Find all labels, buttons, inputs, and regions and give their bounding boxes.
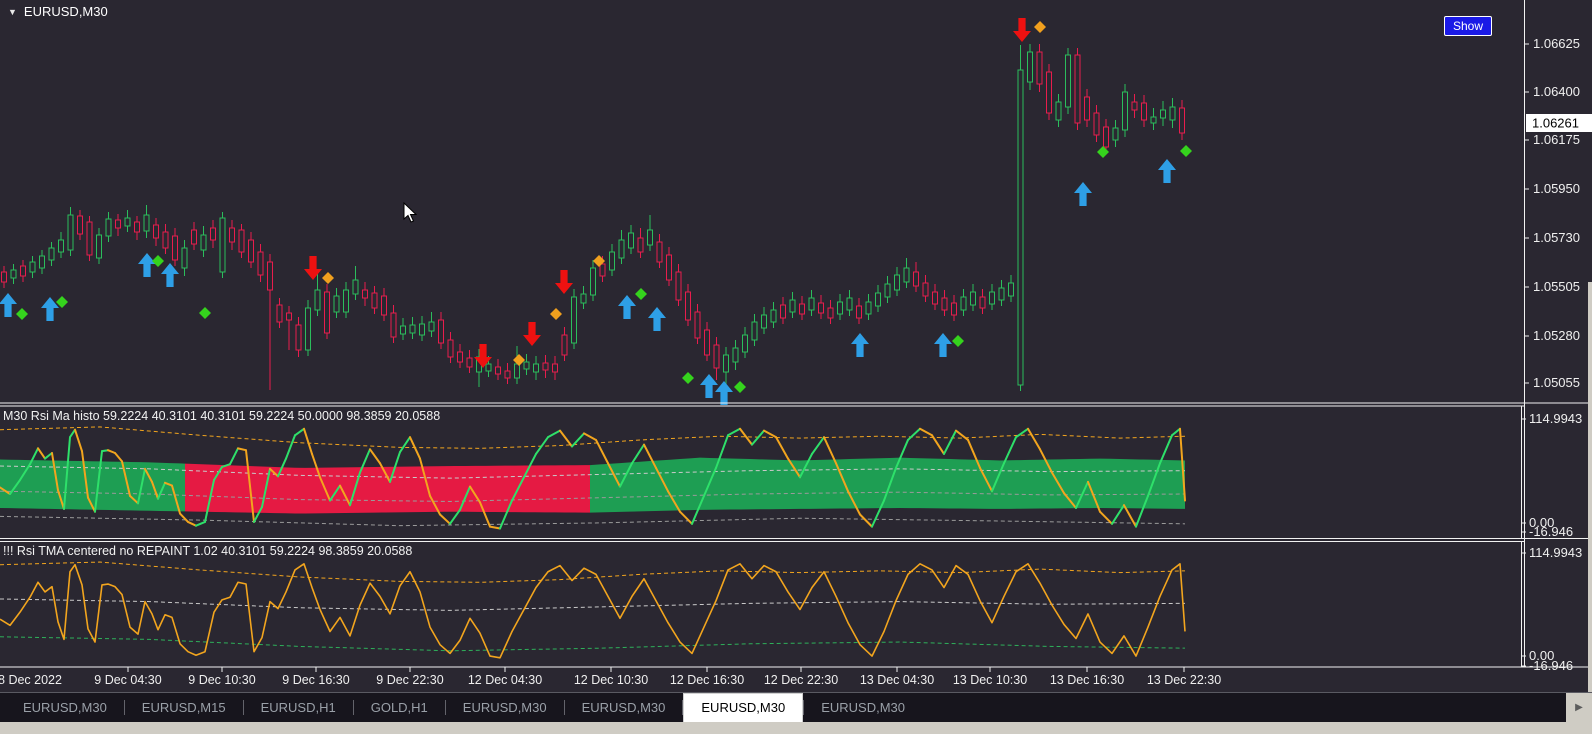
up-arrow-signal-icon: [851, 333, 869, 357]
status-bar: [0, 722, 1592, 734]
tab-eurusd-m30-active[interactable]: EURUSD,M30: [683, 693, 804, 722]
chevron-down-icon: ▼: [8, 6, 17, 17]
svg-text:1.06400: 1.06400: [1533, 84, 1580, 99]
indicator2-panel: [0, 561, 1186, 659]
chart-canvas[interactable]: 1.06625 1.06400 1.06175 1.05950 1.05730 1.055…: [0, 0, 1592, 734]
up-arrow-signal-icon: [161, 263, 179, 287]
diamond-signal-icon: [1180, 145, 1192, 157]
diamond-signal-icon: [682, 372, 694, 384]
svg-text:1.05505: 1.05505: [1533, 279, 1580, 294]
up-arrow-signal-icon: [700, 374, 718, 398]
chart-tab-bar: EURUSD,M30 EURUSD,M15 EURUSD,H1 GOLD,H1 EURU…: [0, 692, 1592, 722]
svg-text:12 Dec 04:30: 12 Dec 04:30: [468, 673, 542, 687]
svg-text:13 Dec 22:30: 13 Dec 22:30: [1147, 673, 1221, 687]
vertical-scrollbar[interactable]: [1588, 282, 1592, 722]
diamond-signal-icon: [199, 307, 211, 319]
tab-eurusd-m15[interactable]: EURUSD,M15: [125, 693, 243, 722]
indicator2-label: !!! Rsi TMA centered no REPAINT 1.02 40.…: [3, 544, 413, 558]
tab-eurusd-m30[interactable]: EURUSD,M30: [565, 693, 683, 722]
up-arrow-signal-icon: [0, 293, 17, 317]
up-arrow-signal-icon: [138, 253, 156, 277]
tab-eurusd-m30[interactable]: EURUSD,M30: [6, 693, 124, 722]
diamond-signal-icon: [1097, 146, 1109, 158]
down-arrow-signal-icon: [1013, 18, 1031, 42]
diamond-signal-icon: [16, 308, 28, 320]
tab-eurusd-m30[interactable]: EURUSD,M30: [446, 693, 564, 722]
down-arrow-signal-icon: [304, 256, 322, 280]
up-arrow-signal-icon: [648, 307, 666, 331]
down-arrow-signal-icon: [523, 322, 541, 346]
svg-text:13 Dec 04:30: 13 Dec 04:30: [860, 673, 934, 687]
svg-text:12 Dec 22:30: 12 Dec 22:30: [764, 673, 838, 687]
tab-eurusd-m30[interactable]: EURUSD,M30: [804, 693, 922, 722]
up-arrow-signal-icon: [934, 333, 952, 357]
diamond-signal-icon: [635, 288, 647, 300]
up-arrow-signal-icon: [715, 381, 733, 405]
mt4-chart-window: 1.06625 1.06400 1.06175 1.05950 1.05730 1.055…: [0, 0, 1592, 734]
diamond-signal-icon: [56, 296, 68, 308]
svg-text:1.05280: 1.05280: [1533, 328, 1580, 343]
indicator-axes: 114.99430.00-16.946114.99430.00-16.946: [1521, 411, 1582, 673]
svg-text:1.06175: 1.06175: [1533, 132, 1580, 147]
svg-text:9 Dec 16:30: 9 Dec 16:30: [282, 673, 349, 687]
up-arrow-signal-icon: [1158, 159, 1176, 183]
up-arrow-signal-icon: [1074, 182, 1092, 206]
down-arrow-signal-icon: [555, 270, 573, 294]
svg-text:-16.946: -16.946: [1529, 658, 1573, 673]
svg-text:1.05730: 1.05730: [1533, 230, 1580, 245]
diamond-signal-icon: [550, 308, 562, 320]
svg-text:1.05950: 1.05950: [1533, 181, 1580, 196]
price-axis: 1.06625 1.06400 1.06175 1.05950 1.05730 1.055…: [1524, 36, 1592, 390]
svg-text:114.9943: 114.9943: [1529, 545, 1582, 560]
indicator1-label: M30 Rsi Ma histo 59.2224 40.3101 40.3101…: [3, 409, 441, 423]
svg-text:1.05055: 1.05055: [1533, 375, 1580, 390]
time-axis: 8 Dec 2022 9 Dec 04:30 9 Dec 10:30 9 Dec 16…: [0, 667, 1221, 687]
svg-text:9 Dec 10:30: 9 Dec 10:30: [188, 673, 255, 687]
tab-scroll-right-button[interactable]: ▶: [1566, 693, 1592, 722]
svg-text:9 Dec 22:30: 9 Dec 22:30: [376, 673, 443, 687]
up-arrow-signal-icon: [618, 295, 636, 319]
svg-text:1.06261: 1.06261: [1532, 116, 1579, 131]
tab-gold-h1[interactable]: GOLD,H1: [354, 693, 445, 722]
tab-eurusd-h1[interactable]: EURUSD,H1: [244, 693, 353, 722]
axes-and-borders: [0, 0, 1592, 668]
candlestick-series: [1, 44, 1185, 391]
diamond-signal-icon: [952, 335, 964, 347]
svg-text:12 Dec 10:30: 12 Dec 10:30: [574, 673, 648, 687]
symbol-period-label: EURUSD,M30: [23, 4, 108, 19]
svg-text:13 Dec 10:30: 13 Dec 10:30: [953, 673, 1027, 687]
svg-text:12 Dec 16:30: 12 Dec 16:30: [670, 673, 744, 687]
diamond-signal-icon: [1034, 21, 1046, 33]
diamond-signal-icon: [322, 272, 334, 284]
svg-text:1.06625: 1.06625: [1533, 36, 1580, 51]
up-arrow-signal-icon: [41, 297, 59, 321]
diamond-signal-icon: [734, 381, 746, 393]
trade-signal-markers: [0, 18, 1192, 405]
svg-text:13 Dec 16:30: 13 Dec 16:30: [1050, 673, 1124, 687]
svg-text:114.9943: 114.9943: [1529, 411, 1582, 426]
symbol-selector[interactable]: ▼ EURUSD,M30: [8, 4, 108, 19]
show-button[interactable]: Show: [1444, 16, 1492, 36]
svg-text:-16.946: -16.946: [1529, 524, 1573, 539]
diamond-signal-icon: [152, 255, 164, 267]
svg-text:8 Dec 2022: 8 Dec 2022: [0, 673, 62, 687]
svg-text:9 Dec 04:30: 9 Dec 04:30: [94, 673, 161, 687]
indicator1-panel: [0, 426, 1186, 530]
mouse-cursor: [403, 202, 417, 223]
